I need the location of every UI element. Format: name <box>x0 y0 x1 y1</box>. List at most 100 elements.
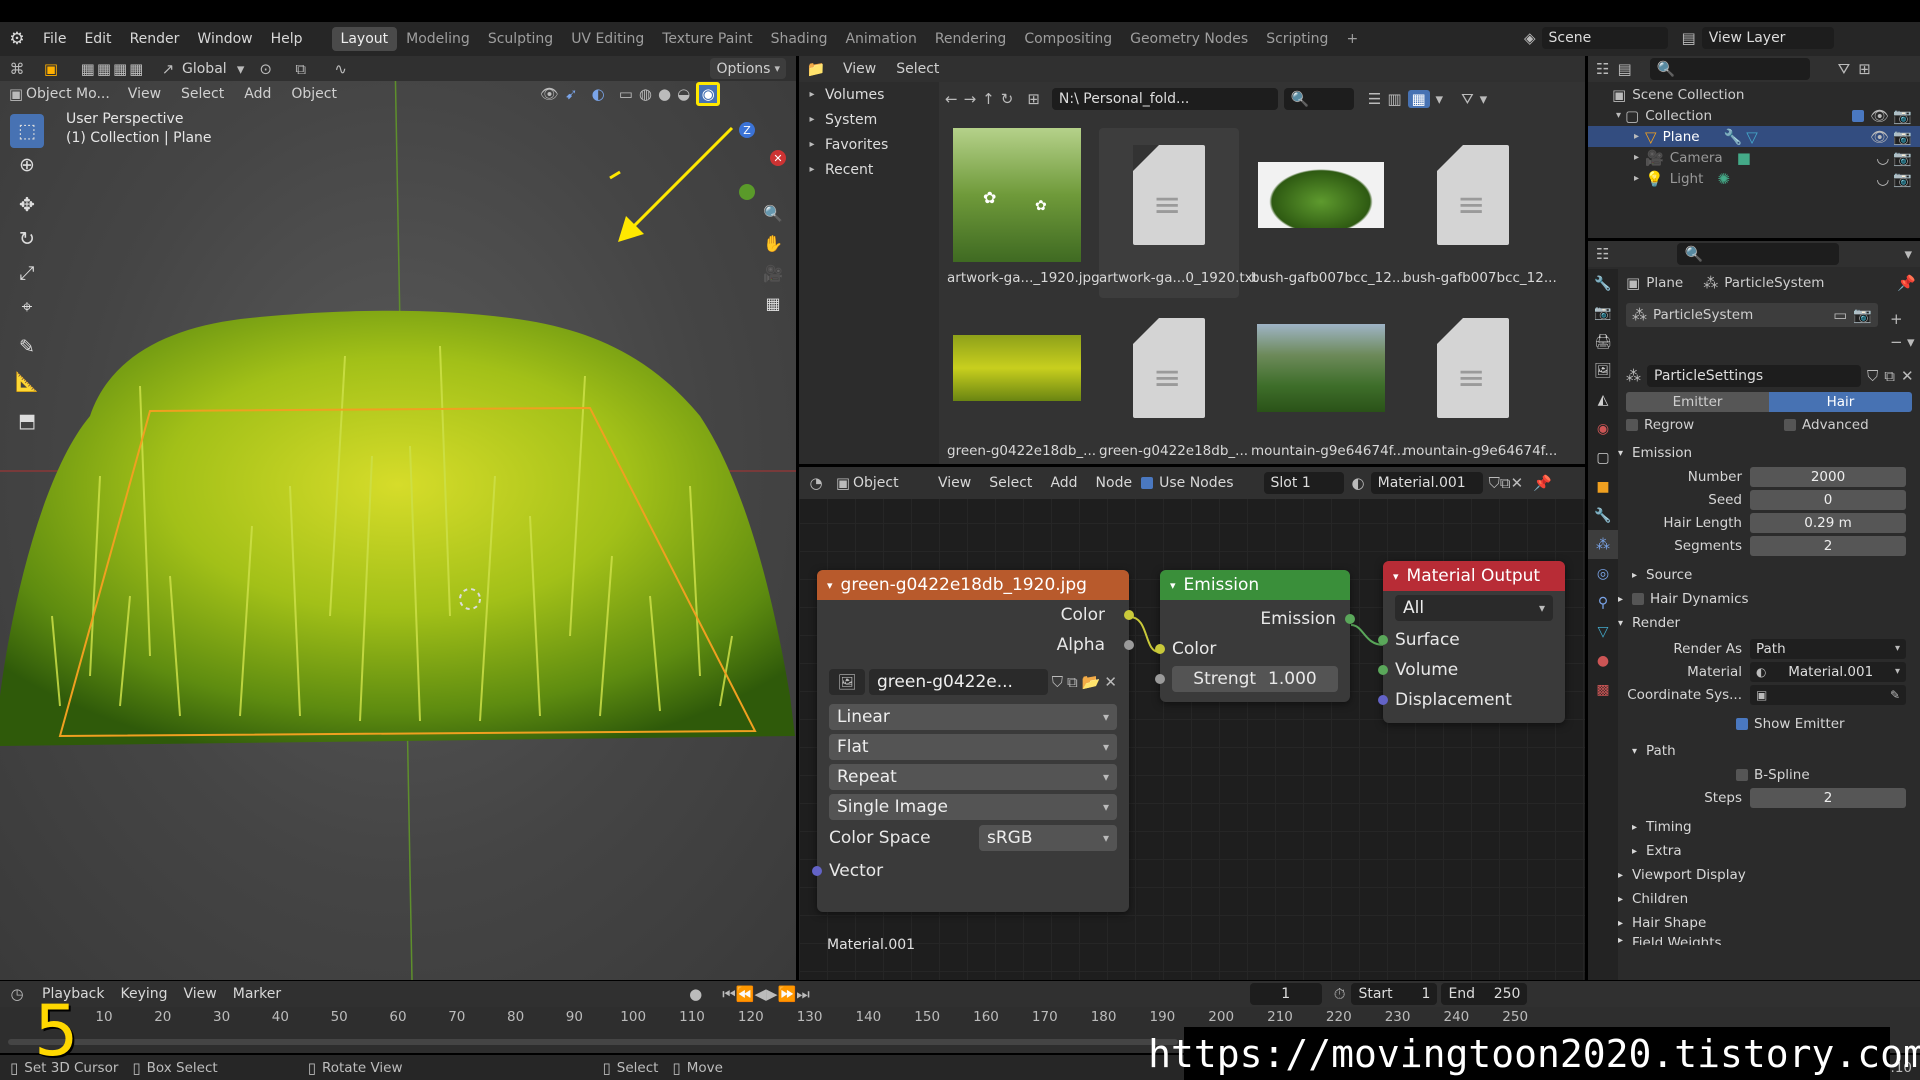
steps-field[interactable]: 2 <box>1750 787 1906 808</box>
play-reverse-icon[interactable]: ◀ <box>754 985 766 1003</box>
sidebar-item-system[interactable]: ▸ System <box>799 107 939 132</box>
next-keyframe-icon[interactable]: ⏩ <box>778 985 797 1003</box>
menu-help[interactable]: Help <box>262 22 312 56</box>
select-box-tool-icon[interactable]: ⬚ <box>10 114 44 148</box>
number-field[interactable]: 2000 <box>1750 466 1906 487</box>
refresh-icon[interactable]: ↻ <box>1001 90 1014 108</box>
strength-field[interactable]: Strengt 1.000 <box>1172 666 1338 692</box>
particle-system-list-item[interactable]: ⁂ ParticleSystem ▭ 📷 <box>1626 303 1878 327</box>
view-layer-tab-icon[interactable]: 🖼 <box>1588 356 1618 385</box>
image-texture-node-header[interactable]: ▾ green-g0422e18db_1920.jpg <box>817 570 1129 600</box>
snap-icon[interactable]: ⧉ <box>281 60 321 78</box>
physics-tab-icon[interactable]: ◎ <box>1588 559 1618 588</box>
advanced-checkbox[interactable] <box>1784 419 1796 431</box>
socket-dot[interactable] <box>1345 614 1355 624</box>
segments-field[interactable]: 2 <box>1750 535 1906 556</box>
camera-view-icon[interactable]: 🎥 <box>758 258 788 288</box>
thumbnail-view-icon[interactable]: ▦ <box>1407 90 1430 108</box>
chevron-down-icon[interactable]: ▾ <box>1480 90 1488 108</box>
jump-start-icon[interactable]: ⏮ <box>722 985 736 1003</box>
particles-tab-icon[interactable]: ⁂ <box>1588 530 1618 559</box>
chevron-right-icon[interactable]: ▸ <box>1634 131 1639 142</box>
extension-dropdown[interactable]: Repeat ▾ <box>829 764 1117 790</box>
proportional-edit-icon[interactable]: ∿ <box>321 60 361 78</box>
pin-icon[interactable]: 📌 <box>1897 274 1916 292</box>
add-cube-tool-icon[interactable]: ⬒ <box>10 404 44 438</box>
back-arrow-icon[interactable]: ← <box>945 90 958 108</box>
menu-window[interactable]: Window <box>188 22 261 56</box>
eye-icon[interactable]: 👁 <box>1870 128 1889 146</box>
regrow-checkbox[interactable] <box>1626 419 1638 431</box>
socket-dot[interactable] <box>1378 665 1388 675</box>
menu-add[interactable]: Add <box>234 86 281 102</box>
open-folder-icon[interactable]: 📂 <box>1082 673 1101 691</box>
tab-rendering[interactable]: Rendering <box>926 27 1016 51</box>
render-panel-header[interactable]: ▾ Render <box>1618 611 1916 635</box>
list-view-icon[interactable]: ☰ <box>1368 90 1381 108</box>
chevron-down-icon[interactable]: ▾ <box>1904 245 1912 263</box>
menu-edit[interactable]: Edit <box>75 22 120 56</box>
particle-settings-field[interactable]: ParticleSettings <box>1647 365 1861 387</box>
hair-dynamics-checkbox[interactable] <box>1632 593 1644 605</box>
type-hair-button[interactable]: Hair <box>1769 392 1912 412</box>
tab-compositing[interactable]: Compositing <box>1015 27 1121 51</box>
filter-icon[interactable]: ⛛ <box>1461 90 1474 108</box>
ortho-grid-icon[interactable]: ▦ <box>758 288 788 318</box>
scale-tool-icon[interactable]: ⤢ <box>10 256 44 290</box>
outliner-row-light[interactable]: ▸ 💡 Light ✺ ◡ 📷 <box>1588 168 1920 189</box>
color-space-dropdown[interactable]: sRGB ▾ <box>979 825 1117 851</box>
tab-animation[interactable]: Animation <box>836 27 925 51</box>
viewport-toggle-icon[interactable]: ▭ <box>1833 306 1847 324</box>
object-mode-dropdown[interactable]: Object Mo... <box>26 86 118 102</box>
menu-select[interactable]: Select <box>886 61 949 77</box>
bspline-checkbox[interactable] <box>1736 768 1748 781</box>
camera-render-icon[interactable]: 📷 <box>1893 149 1912 167</box>
camera-render-icon[interactable]: 📷 <box>1893 128 1912 146</box>
constraints-tab-icon[interactable]: ⚲ <box>1588 588 1618 617</box>
menu-keying[interactable]: Keying <box>112 986 175 1002</box>
fake-user-icon[interactable]: ⛉ <box>1052 673 1063 691</box>
object-tab-icon[interactable]: ■ <box>1588 472 1618 501</box>
light-data-icon[interactable]: ✺ <box>1717 170 1730 188</box>
world-tab-icon[interactable]: ◉ <box>1588 414 1618 443</box>
pan-hand-icon[interactable]: ✋ <box>758 228 788 258</box>
menu-view[interactable]: View <box>176 986 225 1002</box>
tab-uv-editing[interactable]: UV Editing <box>562 27 653 51</box>
socket-dot[interactable] <box>1124 640 1134 650</box>
tab-modeling[interactable]: Modeling <box>397 27 479 51</box>
transform-tool-icon[interactable]: ⌖ <box>10 290 44 324</box>
scene-field[interactable]: Scene <box>1541 27 1668 49</box>
camera-data-icon[interactable]: ■ <box>1737 149 1751 167</box>
add-icon[interactable]: + <box>1890 309 1903 329</box>
emission-node-header[interactable]: ▾ Emission <box>1160 570 1350 600</box>
outliner-row-scene-collection[interactable]: ▣ Scene Collection <box>1588 84 1920 105</box>
menu-marker[interactable]: Marker <box>225 986 289 1002</box>
camera-render-icon[interactable]: 📷 <box>1893 107 1912 125</box>
jump-end-icon[interactable]: ⏭ <box>796 985 810 1003</box>
display-mode-icon[interactable]: ▤ <box>1617 60 1631 78</box>
coordinate-system-field[interactable]: ▣ ✎ <box>1750 684 1906 705</box>
socket-dot[interactable] <box>1124 610 1134 620</box>
socket-dot[interactable] <box>1378 635 1388 645</box>
current-frame-field[interactable]: 1 <box>1249 983 1322 1005</box>
sidebar-item-favorites[interactable]: ▸ Favorites <box>799 132 939 157</box>
socket-dot[interactable] <box>1155 674 1165 684</box>
render-toggle-icon[interactable]: 📷 <box>1853 306 1872 324</box>
record-icon[interactable]: ● <box>689 985 702 1003</box>
chevron-right-icon[interactable]: ▸ <box>1634 152 1639 163</box>
emission-node[interactable]: ▾ Emission Emission Color Strengt 1.000 <box>1155 570 1355 702</box>
clock-icon[interactable]: ⏱ <box>1334 985 1346 1003</box>
new-folder-icon[interactable]: ⊞ <box>1027 90 1040 108</box>
duplicate-icon[interactable]: ⧉ <box>1884 367 1895 385</box>
chevron-right-icon[interactable]: ▸ <box>1634 173 1639 184</box>
fake-user-icon[interactable]: ⛉ <box>1867 367 1878 385</box>
eye-closed-icon[interactable]: ◡ <box>1876 149 1889 167</box>
material-output-node[interactable]: ▾ Material Output All ▾ Surface Volume Di… <box>1378 561 1565 723</box>
hair-length-field[interactable]: 0.29 m <box>1750 512 1906 533</box>
outliner-row-collection[interactable]: ▾ ▢ Collection 👁 📷 <box>1588 105 1920 126</box>
outliner-row-camera[interactable]: ▸ 🎥 Camera ■ ◡ 📷 <box>1588 147 1920 168</box>
texture-tab-icon[interactable]: ▩ <box>1588 675 1618 704</box>
zoom-icon[interactable]: 🔍 <box>758 198 788 228</box>
source-subpanel-header[interactable]: ▸ Source <box>1632 563 1916 587</box>
menu-object[interactable]: Object <box>281 86 347 102</box>
